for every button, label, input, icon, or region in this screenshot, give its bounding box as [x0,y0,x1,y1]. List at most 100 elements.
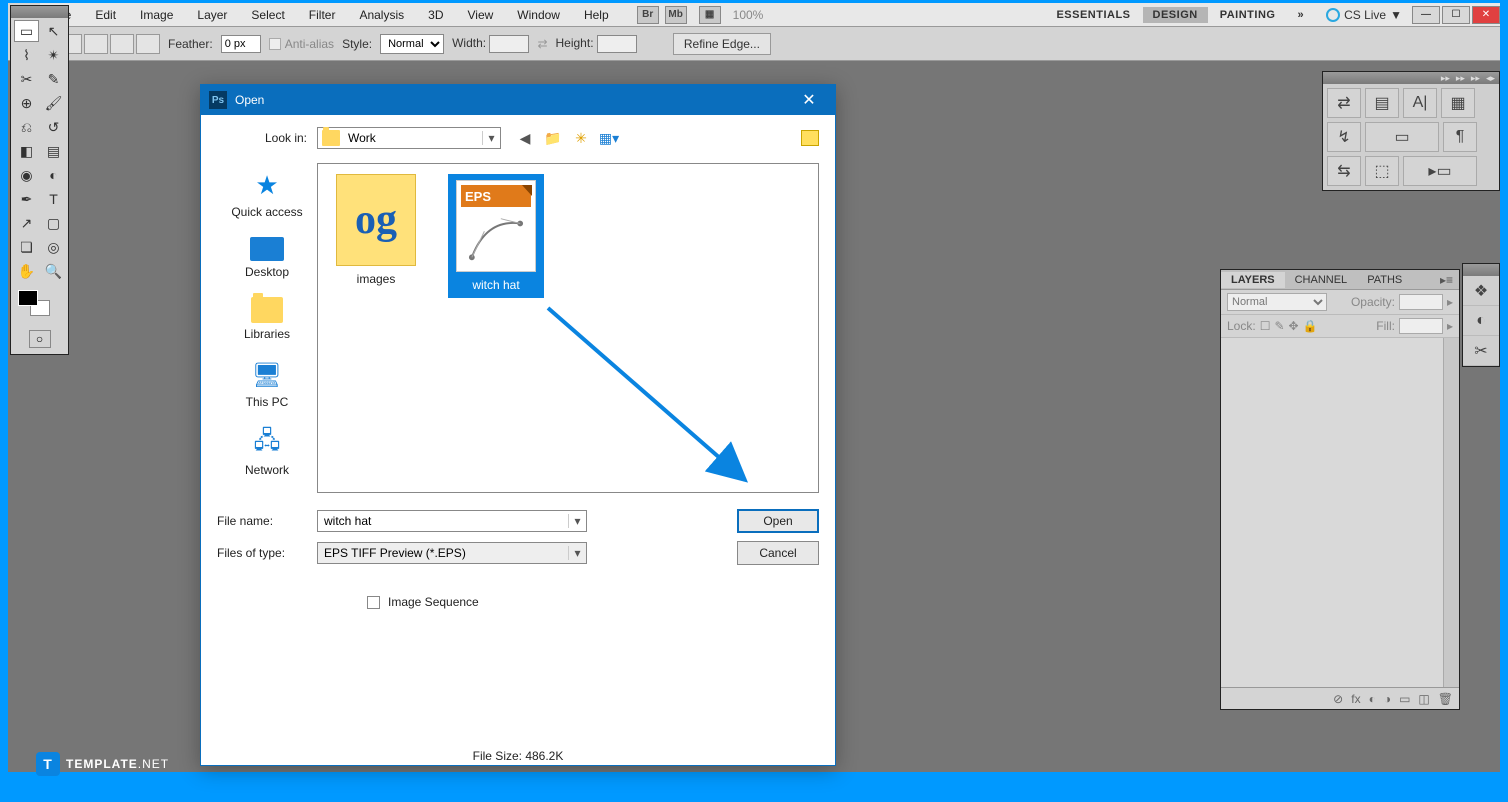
nav-back-icon[interactable]: ◀ [515,128,535,148]
panel-close-icon[interactable]: ◂▸ [1486,73,1495,84]
menu-view[interactable]: View [455,3,505,27]
marquee-tool[interactable]: ▭ [14,20,39,42]
app-minimize-button[interactable]: — [1412,6,1440,24]
quick-mask-button[interactable]: ○ [29,330,51,348]
nav-new-folder-icon[interactable]: ✳ [571,128,591,148]
lasso-tool[interactable]: ⌇ [14,44,39,66]
gradient-tool[interactable]: ▤ [41,140,66,162]
image-sequence-checkbox[interactable]: Image Sequence [367,595,819,609]
panel-menu-icon[interactable]: ▸≡ [1434,273,1459,287]
blur-tool[interactable]: ◉ [14,164,39,186]
dodge-tool[interactable]: ◐ [41,164,66,186]
file-list[interactable]: og images EPS witch hat [317,163,819,493]
file-item-images[interactable]: og images [328,174,424,286]
pen-tool[interactable]: ✒ [14,188,39,210]
workspace-more-icon[interactable]: » [1287,7,1314,23]
panel-icon-play[interactable]: ▸▭ [1403,156,1477,186]
minibridge-launch-button[interactable]: Mb [665,6,687,24]
view-menu-icon[interactable]: ▦▾ [599,128,619,148]
feather-input[interactable] [221,35,261,53]
healing-tool[interactable]: ⊕ [14,92,39,114]
quick-select-tool[interactable]: ✴ [41,44,66,66]
open-button[interactable]: Open [737,509,819,533]
workspace-design[interactable]: DESIGN [1143,7,1208,23]
nav-up-icon[interactable]: 📁 [543,128,563,148]
panel-icon-layers[interactable]: ❖ [1463,276,1499,306]
type-tool[interactable]: T [41,188,66,210]
eyedropper-tool[interactable]: ✎ [41,68,66,90]
shape-tool[interactable]: ▢ [41,212,66,234]
app-maximize-button[interactable]: ☐ [1442,6,1470,24]
move-tool[interactable]: ↖ [41,20,66,42]
app-close-button[interactable]: ✕ [1472,6,1500,24]
filename-combo[interactable]: witch hat ▾ [317,510,587,532]
tab-layers[interactable]: LAYERS [1221,272,1285,288]
panel-collapse-icon[interactable]: ▸▸ [1456,73,1465,84]
layer-mask-icon[interactable]: ◐ [1369,692,1376,706]
panel-icon-histogram[interactable]: ⇄ [1327,88,1361,118]
view-extras-button[interactable]: ▦ [699,6,721,24]
brush-tool[interactable]: 🖌 [41,92,66,114]
menu-analysis[interactable]: Analysis [347,3,416,27]
scrollbar[interactable] [1443,338,1459,687]
panel-collapse-icon[interactable]: ▸▸ [1441,73,1450,84]
path-select-tool[interactable]: ↗ [14,212,39,234]
panel-icon-tool-presets[interactable]: ⇆ [1327,156,1361,186]
history-brush-tool[interactable]: ↺ [41,116,66,138]
foreground-color[interactable] [18,290,38,306]
dialog-pin-icon[interactable] [801,130,819,146]
menu-3d[interactable]: 3D [416,3,455,27]
panel-icon-character[interactable]: A| [1403,88,1437,118]
crop-tool[interactable]: ✂ [14,68,39,90]
style-select[interactable]: Normal [380,34,444,54]
zoom-tool[interactable]: 🔍 [41,260,66,282]
panel-icon-navigator[interactable]: ▭ [1365,122,1439,152]
panel-icon-adjustments[interactable]: ▤ [1365,88,1399,118]
place-network[interactable]: 🖧 Network [245,427,289,477]
place-this-pc[interactable]: 🖥 This PC [246,359,289,409]
menu-layer[interactable]: Layer [185,3,239,27]
tab-paths[interactable]: PATHS [1357,272,1412,288]
panel-icon-paragraph[interactable]: ¶ [1443,122,1477,152]
dialog-close-button[interactable]: ✕ [791,85,827,115]
layer-fx-icon[interactable]: fx [1351,692,1360,706]
link-layers-icon[interactable]: ⊘ [1333,692,1343,706]
zoom-level[interactable]: 100% [733,8,764,22]
stamp-tool[interactable]: ⎌ [14,116,39,138]
lookin-combo[interactable]: Work ▾ [317,127,501,149]
place-libraries[interactable]: Libraries [244,297,290,341]
adjustment-layer-icon[interactable]: ◑ [1384,692,1391,706]
bridge-launch-button[interactable]: Br [637,6,659,24]
tab-channels[interactable]: CHANNEL [1285,272,1358,288]
3d-tool[interactable]: ❏ [14,236,39,258]
panel-icon-styles[interactable]: ⬚ [1365,156,1399,186]
panel-icon-swatches[interactable]: ▦ [1441,88,1475,118]
color-swatches[interactable] [14,288,65,324]
3d-camera-tool[interactable]: ◎ [41,236,66,258]
filetype-combo[interactable]: EPS TIFF Preview (*.EPS) ▾ [317,542,587,564]
delete-layer-icon[interactable]: 🗑 [1438,692,1453,706]
refine-edge-button[interactable]: Refine Edge... [673,33,771,55]
group-icon[interactable]: ▭ [1399,692,1410,706]
selection-intersect-button[interactable] [136,34,160,54]
selection-add-button[interactable] [84,34,108,54]
workspace-essentials[interactable]: ESSENTIALS [1046,7,1140,23]
cancel-button[interactable]: Cancel [737,541,819,565]
menu-select[interactable]: Select [239,3,296,27]
hand-tool[interactable]: ✋ [14,260,39,282]
file-item-witch-hat[interactable]: EPS witch hat [448,174,544,298]
menu-image[interactable]: Image [128,3,185,27]
cslive-button[interactable]: CS Live ▼ [1326,8,1402,22]
workspace-painting[interactable]: PAINTING [1210,7,1286,23]
panel-icon-masks[interactable]: ↯ [1327,122,1361,152]
panel-collapse-icon[interactable]: ▸▸ [1471,73,1480,84]
place-desktop[interactable]: Desktop [245,237,289,279]
panel-icon-paths[interactable]: ✂ [1463,336,1499,366]
menu-filter[interactable]: Filter [297,3,348,27]
eraser-tool[interactable]: ◧ [14,140,39,162]
menu-edit[interactable]: Edit [83,3,128,27]
new-layer-icon[interactable]: ◫ [1418,692,1429,706]
place-quick-access[interactable]: ★ Quick access [231,169,302,219]
panel-icon-channels[interactable]: ◐ [1463,306,1499,336]
selection-subtract-button[interactable] [110,34,134,54]
